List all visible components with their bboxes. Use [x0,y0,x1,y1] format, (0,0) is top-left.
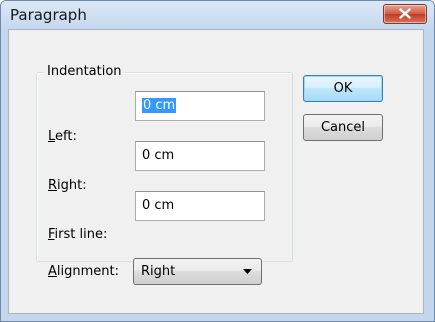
alignment-label-mnemonic: A [48,264,57,279]
right-label: Right: [48,178,87,193]
left-indent-value: 0 cm [142,98,177,113]
ok-button[interactable]: OK [303,75,383,102]
indentation-group-label: Indentation [44,64,125,79]
alignment-selected-value: Right [141,264,176,279]
right-label-mnemonic: R [48,178,58,193]
left-indent-input[interactable]: 0 cm [135,91,265,121]
first-line-label: First line: [48,227,107,242]
left-label-text: eft: [55,129,77,144]
close-button[interactable] [383,4,427,24]
first-line-label-text: irst line: [54,227,108,242]
right-indent-value: 0 cm [142,148,175,163]
first-line-indent-input[interactable]: 0 cm [135,191,265,221]
chevron-down-icon [243,269,252,274]
cancel-button[interactable]: Cancel [303,114,383,141]
dialog-title: Paragraph [10,6,87,24]
alignment-select[interactable]: Right [133,258,262,285]
right-indent-input[interactable]: 0 cm [135,141,265,171]
title-bar[interactable]: Paragraph [1,1,434,30]
first-line-indent-value: 0 cm [142,198,175,213]
alignment-label-text: lignment: [56,264,119,279]
right-label-text: ight: [57,178,87,193]
left-label-mnemonic: L [48,129,56,144]
alignment-label: Alignment: [48,264,119,279]
left-label: Left: [48,129,77,144]
close-icon [399,8,411,19]
